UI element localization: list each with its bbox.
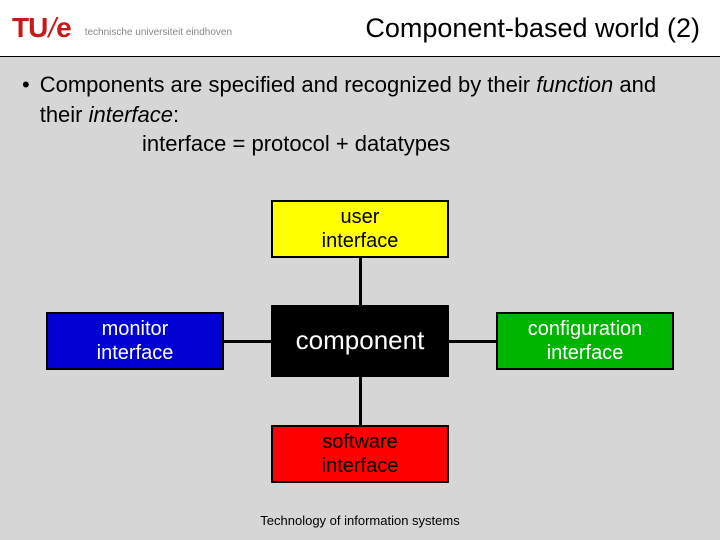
slide-footer: Technology of information systems [0,513,720,528]
slide-title: Component-based world (2) [232,13,708,44]
slide-body: • Components are specified and recognize… [22,70,698,159]
logo-e: e [56,12,71,43]
bullet-subline: interface = protocol + datatypes [142,129,698,159]
box-software-interface: software interface [271,425,449,483]
slide-header: TU/e technische universiteit eindhoven C… [0,0,720,56]
logo-subtitle: technische universiteit eindhoven [85,27,232,38]
logo-mark: TU/e [12,12,71,44]
connector-top [359,258,362,305]
box-configuration-interface: configuration interface [496,312,674,370]
logo: TU/e technische universiteit eindhoven [12,12,232,44]
header-divider [0,56,720,57]
box-component: component [271,305,449,377]
component-diagram: user interface monitor interface compone… [0,200,720,490]
logo-slash: / [47,12,56,43]
connector-right [449,340,496,343]
box-monitor-interface: monitor interface [46,312,224,370]
bullet-text: Components are specified and recognized … [40,70,698,129]
connector-left [224,340,271,343]
logo-tu: TU [12,12,47,43]
connector-bottom [359,377,362,425]
box-user-interface: user interface [271,200,449,258]
bullet-item: • Components are specified and recognize… [22,70,698,129]
bullet-marker: • [22,70,30,129]
